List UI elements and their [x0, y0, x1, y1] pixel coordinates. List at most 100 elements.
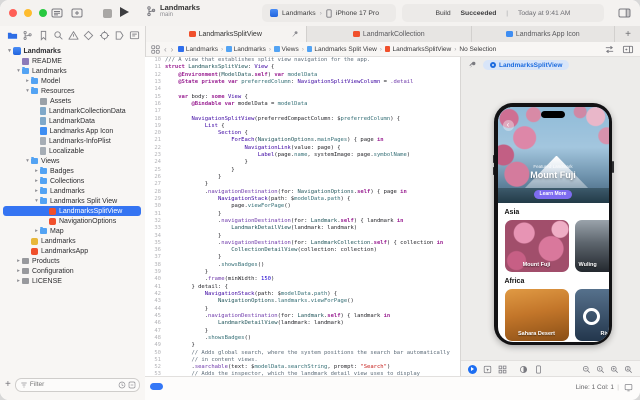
activity-view[interactable]: Build Succeeded | Today at 9:41 AM: [402, 4, 604, 22]
editor-tab[interactable]: LandmarkCollection: [307, 26, 472, 42]
scheme-project[interactable]: Landmarks main: [146, 3, 200, 20]
file-tree-item[interactable]: ▸ Landmarks: [3, 186, 141, 196]
file-tree-item[interactable]: ▾ Landmarks: [3, 66, 141, 76]
adjust-editor-icon[interactable]: [604, 44, 615, 55]
zoom-out-icon[interactable]: [582, 365, 591, 374]
breadcrumb-item[interactable]: Landmarks: [178, 46, 218, 53]
disclosure-icon[interactable]: ▾: [15, 68, 22, 74]
file-tree-item[interactable]: LandmarksApp: [3, 246, 141, 256]
breadcrumb-item[interactable]: Views: [274, 46, 299, 53]
breadcrumb-item[interactable]: No Selection: [459, 46, 496, 53]
find-navigator-icon[interactable]: [53, 30, 64, 41]
file-tree-item[interactable]: ▸ Collections: [3, 176, 141, 186]
editor-tab[interactable]: LandmarksSplitView: [145, 26, 307, 42]
disclosure-icon[interactable]: ▸: [15, 268, 22, 274]
file-tree-item[interactable]: ▸ Model: [3, 76, 141, 86]
file-tree-item[interactable]: ▸ Products: [3, 256, 141, 266]
disclosure-icon[interactable]: ▾: [6, 48, 13, 54]
add-file-button[interactable]: +: [5, 379, 11, 390]
disclosure-icon[interactable]: ▾: [24, 88, 31, 94]
zoom-window-button[interactable]: [39, 9, 47, 17]
tests-navigator-icon[interactable]: [83, 30, 94, 41]
landmark-card[interactable]: Wuling: [574, 219, 609, 272]
file-tree-item[interactable]: ▾ Landmarks Split View: [3, 196, 141, 206]
disclosure-icon[interactable]: ▸: [33, 178, 40, 184]
project-navigator-icon[interactable]: [7, 30, 18, 41]
landmark-card[interactable]: Mount Fuji: [504, 219, 569, 272]
breakpoints-navigator-icon[interactable]: [114, 30, 125, 41]
zoom-to-fit-icon[interactable]: [624, 365, 633, 374]
source-editor[interactable]: 10 /// A view that establishes split view…: [145, 57, 460, 377]
scope-box-icon[interactable]: [128, 381, 136, 389]
issues-navigator-icon[interactable]: [68, 30, 79, 41]
editor-status-bar: Line: 1 Col: 1 |: [145, 376, 640, 400]
breadcrumb-label: Landmarks Split View: [314, 45, 377, 53]
file-tree-item[interactable]: ▸ Configuration: [3, 266, 141, 276]
disclosure-icon[interactable]: ▸: [15, 278, 22, 284]
filter-input[interactable]: [29, 378, 115, 391]
forward-nav-button[interactable]: ›: [171, 45, 174, 54]
file-tree-item[interactable]: LandmarkCollectionData: [3, 106, 141, 116]
recents-clock-icon[interactable]: [118, 381, 126, 389]
related-items-icon[interactable]: [151, 44, 160, 54]
disclosure-icon[interactable]: ▾: [33, 198, 40, 204]
breadcrumb-item[interactable]: Landmarks Split View: [306, 45, 377, 53]
file-tree-item[interactable]: Landmarks-InfoPlist: [3, 136, 141, 146]
sidebar-list-icon[interactable]: [51, 7, 63, 19]
landmark-card[interactable]: River: [574, 288, 609, 341]
editor-tab[interactable]: Landmarks App Icon: [472, 26, 615, 42]
add-editor-icon[interactable]: [622, 44, 634, 55]
variants-icon[interactable]: [498, 365, 507, 374]
close-window-button[interactable]: [9, 9, 17, 17]
file-tree-item[interactable]: NavigationOptions: [3, 216, 141, 226]
file-tree-item[interactable]: LandmarkData: [3, 116, 141, 126]
file-tree-item[interactable]: Landmarks: [3, 236, 141, 246]
disclosure-icon[interactable]: ▸: [33, 168, 40, 174]
live-preview-icon[interactable]: [468, 364, 477, 374]
file-tree-item[interactable]: Landmarks App Icon: [3, 126, 141, 136]
file-tree-item[interactable]: ▾ Views: [3, 156, 141, 166]
back-nav-button[interactable]: ‹: [164, 45, 167, 54]
file-tree-item[interactable]: ▸ LICENSE: [3, 276, 141, 286]
disclosure-icon[interactable]: ▸: [33, 228, 40, 234]
breadcrumb-item[interactable]: LandmarksSplitView: [384, 46, 451, 53]
file-tree-item[interactable]: LandmarksSplitView: [3, 206, 141, 216]
pin-icon[interactable]: [291, 30, 299, 38]
editor-display-icon[interactable]: [624, 383, 633, 392]
file-tree-item[interactable]: README: [3, 56, 141, 66]
pin-icon[interactable]: [468, 60, 477, 70]
file-tree-item[interactable]: Localizable: [3, 146, 141, 156]
file-tree-item[interactable]: ▾ Resources: [3, 86, 141, 96]
file-tree-item[interactable]: Assets: [3, 96, 141, 106]
new-tab-icon[interactable]: [71, 7, 83, 19]
disclosure-icon[interactable]: ▸: [33, 188, 40, 194]
back-icon[interactable]: ‹: [502, 119, 514, 131]
learn-more-button[interactable]: Learn More: [533, 189, 573, 199]
zoom-in-icon[interactable]: [610, 365, 619, 374]
device-settings-icon[interactable]: [534, 365, 543, 374]
debug-navigator-icon[interactable]: [99, 30, 110, 41]
color-scheme-icon[interactable]: [519, 365, 528, 374]
scheme-device-selector[interactable]: Landmarks › iPhone 17 Pro: [262, 4, 396, 22]
source-control-navigator-icon[interactable]: [22, 30, 33, 41]
breadcrumb-item[interactable]: Landmarks: [226, 46, 266, 53]
run-button[interactable]: [120, 7, 129, 17]
preview-target-pill[interactable]: LandmarksSplitView: [483, 60, 570, 70]
file-tree-item[interactable]: ▾ Landmarks: [3, 46, 141, 56]
minimize-window-button[interactable]: [24, 9, 32, 17]
panel-toggle-icon[interactable]: [618, 7, 631, 19]
disclosure-icon[interactable]: ▸: [24, 78, 31, 84]
stop-button[interactable]: [103, 8, 112, 18]
file-tree-item[interactable]: ▸ Badges: [3, 166, 141, 176]
file-tree-item[interactable]: ▸ Map: [3, 226, 141, 236]
add-tab-button[interactable]: +: [616, 26, 640, 42]
landmark-card[interactable]: Sahara Desert: [504, 288, 569, 341]
filter-field[interactable]: [14, 377, 140, 392]
disclosure-icon[interactable]: ▾: [24, 158, 31, 164]
selectable-mode-icon[interactable]: [483, 365, 492, 374]
disclosure-icon[interactable]: ▸: [15, 258, 22, 264]
featured-hero[interactable]: ‹ Featured Landmark Mount Fuji Learn Mor…: [497, 106, 609, 203]
zoom-actual-size-icon[interactable]: [596, 365, 605, 374]
reports-navigator-icon[interactable]: [129, 30, 140, 41]
bookmarks-navigator-icon[interactable]: [38, 30, 49, 41]
